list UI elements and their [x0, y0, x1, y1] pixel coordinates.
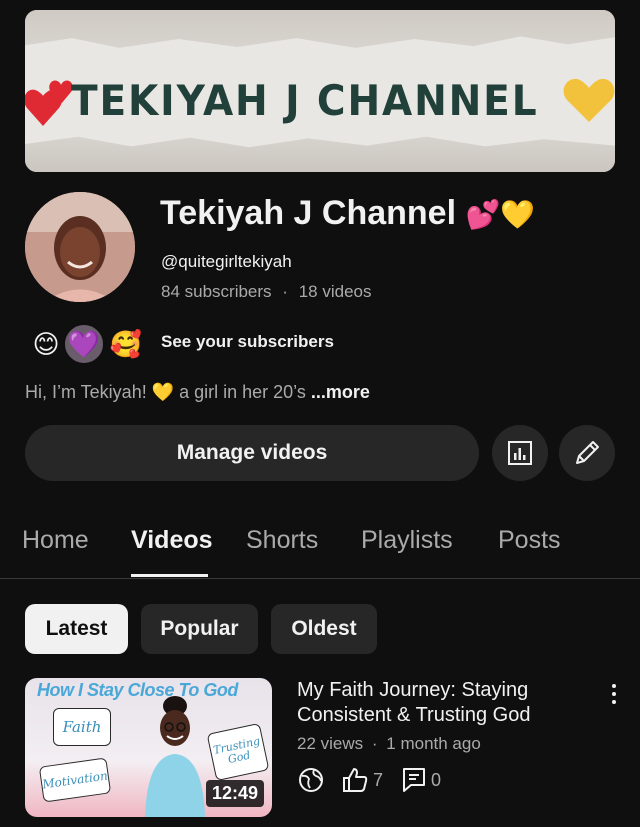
channel-description[interactable]: Hi, I’m Tekiyah! 💛 a girl in her 20’s ..…: [25, 382, 370, 403]
channel-name-emoji: 💕💛: [465, 199, 536, 230]
pencil-icon: [576, 441, 599, 464]
comment-count: 0: [431, 769, 442, 790]
manage-videos-button[interactable]: Manage videos: [25, 425, 479, 481]
tab-playlists[interactable]: Playlists: [361, 526, 453, 555]
banner-torn-paper-bottom: [25, 136, 615, 172]
tab-posts[interactable]: Posts: [498, 526, 561, 555]
comment-icon[interactable]: [401, 766, 427, 794]
description-text: Hi, I’m Tekiyah! 💛 a girl in her 20’s: [25, 382, 306, 402]
chip-popular[interactable]: Popular: [141, 604, 258, 654]
subscriber-avatars[interactable]: 😊 💜 🥰: [25, 323, 155, 365]
analytics-button[interactable]: [492, 425, 548, 481]
bubble-faith: Faith: [53, 708, 111, 746]
like-count: 7: [373, 769, 384, 790]
video-thumbnail[interactable]: How I Stay Close To God Faith Trusting G…: [25, 678, 272, 817]
bubble-trusting-god: Trusting God: [206, 722, 270, 782]
channel-name-text: Tekiyah J Channel: [160, 194, 457, 232]
tabs-divider: [0, 578, 640, 579]
subscriber-count: 84 subscribers: [161, 282, 272, 301]
video-duration: 12:49: [205, 780, 264, 807]
video-count: 18 videos: [298, 282, 372, 301]
thumbnail-title: How I Stay Close To God: [37, 680, 238, 700]
tab-shorts[interactable]: Shorts: [246, 526, 318, 555]
avatar-photo: [25, 192, 135, 302]
chip-latest[interactable]: Latest: [25, 604, 128, 654]
channel-handle: @quitegirltekiyah: [161, 252, 292, 271]
analytics-icon: [508, 441, 532, 465]
subscriber-avatar: 🥰: [105, 323, 147, 365]
channel-banner: TEKIYAH J CHANNEL: [25, 10, 615, 172]
more-options-icon[interactable]: [604, 680, 624, 708]
like-icon[interactable]: [341, 766, 369, 794]
bubble-motivation: Motivation: [38, 757, 112, 803]
video-actions: 7 0: [297, 765, 441, 795]
banner-torn-paper-top: [25, 10, 615, 48]
tab-home[interactable]: Home: [22, 526, 89, 555]
stats-separator: ·: [282, 282, 288, 301]
subscriber-avatar: 😊: [25, 323, 67, 365]
video-title[interactable]: My Faith Journey: Staying Consistent & T…: [297, 678, 597, 728]
active-tab-indicator: [131, 574, 208, 577]
edit-channel-button[interactable]: [559, 425, 615, 481]
banner-title: TEKIYAH J CHANNEL: [71, 76, 539, 125]
tab-videos[interactable]: Videos: [131, 526, 213, 555]
channel-avatar[interactable]: [25, 192, 135, 302]
video-age: 1 month ago: [386, 734, 481, 753]
yellow-heart-icon: [563, 78, 615, 122]
more-link[interactable]: ...more: [311, 382, 370, 402]
video-meta: 22 views · 1 month ago: [297, 734, 481, 754]
globe-icon: [299, 768, 323, 792]
chip-oldest[interactable]: Oldest: [271, 604, 377, 654]
see-subscribers-link[interactable]: See your subscribers: [161, 332, 334, 352]
channel-stats: 84 subscribers · 18 videos: [161, 282, 371, 302]
thumbnail-person: [145, 696, 205, 817]
video-views: 22 views: [297, 734, 364, 753]
channel-name: Tekiyah J Channel 💕💛: [160, 194, 535, 233]
subscriber-avatar: 💜: [63, 323, 105, 365]
meta-separator: ·: [371, 734, 378, 753]
